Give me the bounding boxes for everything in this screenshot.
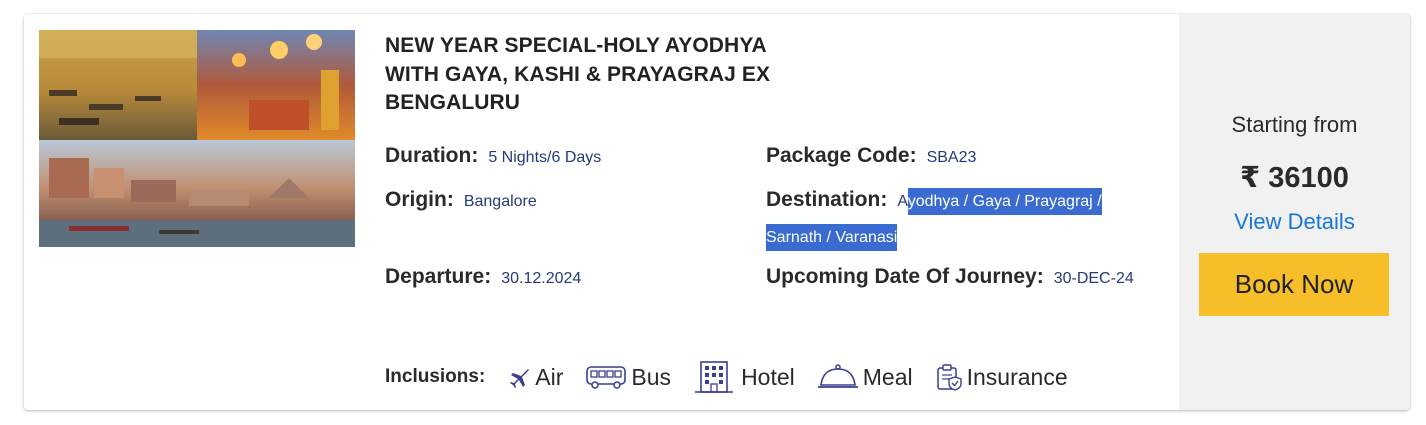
destination-value-start: A	[897, 193, 908, 210]
journey-label: Upcoming Date Of Journey:	[766, 265, 1044, 288]
package-code-row: Package Code: SBA23	[766, 139, 976, 175]
duration-row: Duration: 5 Nights/6 Days	[385, 139, 601, 175]
inclusions-row: Inclusions: Air Bus Hotel Meal Insurance	[385, 360, 1090, 394]
package-thumbnail[interactable]	[39, 30, 355, 247]
bus-icon	[586, 366, 627, 389]
view-details-link[interactable]: View Details	[1179, 209, 1410, 235]
inclusion-insurance: Insurance	[935, 363, 1068, 391]
inclusion-hotel: Hotel	[693, 360, 795, 394]
book-now-button[interactable]: Book Now	[1199, 253, 1389, 316]
departure-row: Departure: 30.12.2024	[385, 260, 581, 296]
inclusion-insurance-label: Insurance	[966, 363, 1068, 390]
inclusion-meal-label: Meal	[862, 363, 913, 390]
inclusion-bus: Bus	[585, 364, 671, 391]
inclusion-meal: Meal	[817, 363, 913, 391]
inclusion-air: Air	[507, 364, 563, 391]
package-title[interactable]: NEW YEAR SPECIAL-HOLY AYODHYA WITH GAYA,…	[385, 32, 785, 118]
price-value: ₹ 36100	[1240, 162, 1349, 194]
destination-label: Destination:	[766, 188, 888, 211]
plane-icon	[510, 369, 530, 388]
starting-from-label: Starting from	[1231, 112, 1358, 137]
origin-label: Origin:	[385, 188, 454, 211]
journey-row: Upcoming Date Of Journey: 30-DEC-24	[766, 260, 1146, 296]
destination-row: Destination: Ayodhya / Gaya / Prayagraj /…	[766, 183, 1156, 255]
inclusion-bus-label: Bus	[631, 363, 672, 390]
origin-row: Origin: Bangalore	[385, 183, 537, 219]
inclusion-air-label: Air	[535, 363, 564, 390]
package-card: NEW YEAR SPECIAL-HOLY AYODHYA WITH GAYA,…	[24, 14, 1410, 410]
hotel-icon	[695, 361, 734, 393]
price-panel: Starting from ₹ 36100 View Details Book …	[1179, 14, 1410, 410]
meal-icon	[817, 364, 858, 388]
origin-value: Bangalore	[463, 193, 537, 210]
inclusion-hotel-label: Hotel	[741, 363, 795, 390]
departure-label: Departure:	[385, 265, 492, 288]
package-code-label: Package Code:	[766, 144, 917, 167]
inclusions-label: Inclusions:	[385, 366, 486, 387]
departure-value: 30.12.2024	[501, 270, 582, 287]
duration-label: Duration:	[385, 144, 479, 167]
insurance-icon	[936, 364, 962, 391]
duration-value: 5 Nights/6 Days	[488, 149, 602, 166]
package-code-value: SBA23	[926, 149, 977, 166]
journey-value: 30-DEC-24	[1053, 270, 1134, 287]
